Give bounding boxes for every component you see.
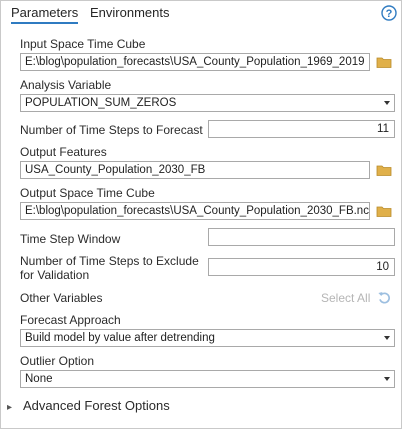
chevron-right-icon: ▸ (7, 402, 13, 413)
outlier-option-dropdown[interactable]: None (20, 370, 395, 388)
output-features-field[interactable]: USA_County_Population_2030_FB (20, 161, 370, 179)
chevron-down-icon (384, 101, 390, 105)
forecast-approach-dropdown[interactable]: Build model by value after detrending (20, 329, 395, 347)
analysis-variable-value: POPULATION_SUM_ZEROS (25, 97, 177, 109)
forecast-approach-value: Build model by value after detrending (25, 332, 215, 344)
tab-parameters[interactable]: Parameters (11, 5, 79, 24)
exclude-validation-label-1: Number of Time Steps to Exclude (20, 254, 199, 268)
other-variables-label: Other Variables (20, 291, 103, 305)
analysis-variable-label: Analysis Variable (20, 78, 112, 92)
time-steps-forecast-input[interactable]: 11 (208, 120, 395, 138)
reset-icon[interactable] (377, 290, 392, 305)
analysis-variable-dropdown[interactable]: POPULATION_SUM_ZEROS (20, 94, 395, 112)
folder-icon[interactable] (376, 163, 392, 177)
folder-icon[interactable] (376, 55, 392, 69)
time-steps-forecast-label: Number of Time Steps to Forecast (20, 123, 203, 137)
output-features-label: Output Features (20, 145, 107, 159)
outlier-option-value: None (25, 373, 53, 385)
output-cube-label: Output Space Time Cube (20, 186, 155, 200)
input-cube-label: Input Space Time Cube (20, 37, 146, 51)
question-circle-icon[interactable]: ? (381, 5, 397, 21)
folder-icon[interactable] (376, 204, 392, 218)
time-step-window-label: Time Step Window (20, 232, 121, 246)
outlier-option-label: Outlier Option (20, 354, 95, 368)
chevron-down-icon (384, 336, 390, 340)
svg-text:?: ? (386, 8, 393, 20)
tab-environments[interactable]: Environments (90, 5, 169, 20)
exclude-validation-label-2: for Validation (20, 268, 90, 282)
geoprocessing-pane: Parameters Environments ? Input Space Ti… (0, 0, 402, 429)
select-all-button[interactable]: Select All (321, 291, 370, 305)
time-step-window-input[interactable] (208, 228, 395, 246)
advanced-forest-options-label: Advanced Forest Options (23, 398, 170, 413)
exclude-validation-input[interactable]: 10 (208, 258, 395, 276)
advanced-forest-options-expander[interactable]: ▸ Advanced Forest Options (7, 398, 170, 413)
output-cube-field[interactable]: E:\blog\population_forecasts\USA_County_… (20, 202, 370, 220)
input-cube-field[interactable]: E:\blog\population_forecasts\USA_County_… (20, 53, 370, 71)
chevron-down-icon (384, 377, 390, 381)
forecast-approach-label: Forecast Approach (20, 313, 121, 327)
